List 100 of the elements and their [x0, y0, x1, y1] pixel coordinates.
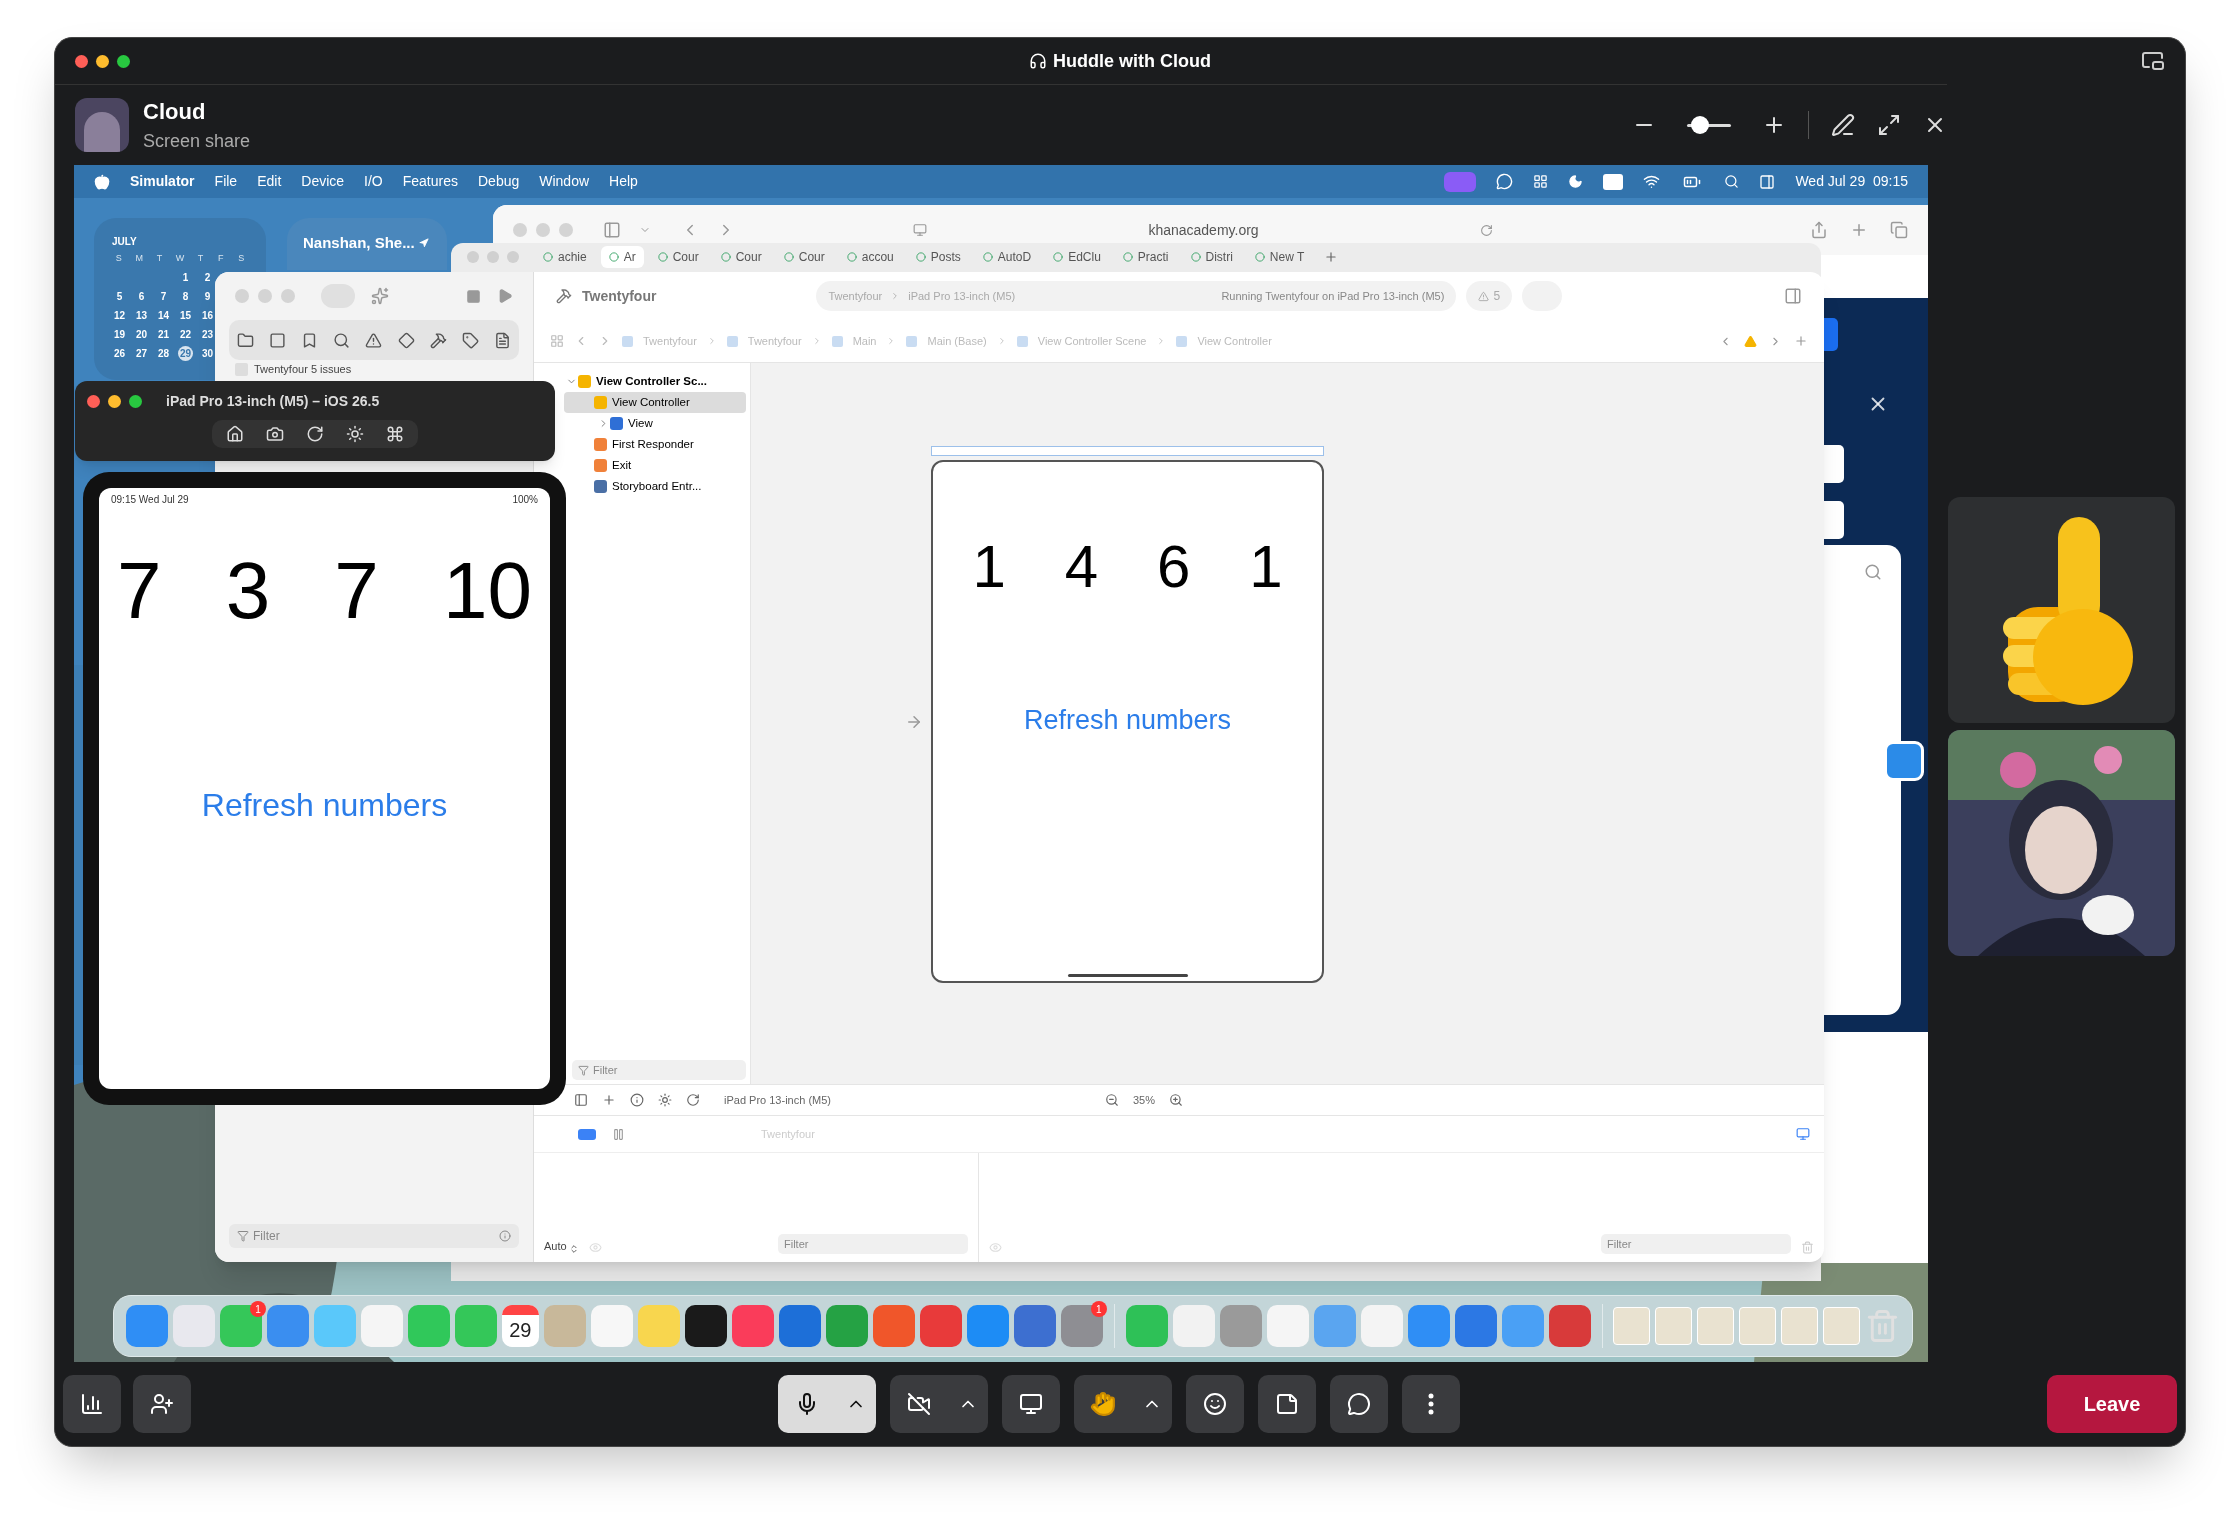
warning-icon[interactable] — [365, 331, 383, 349]
camera-icon[interactable] — [266, 425, 284, 443]
report-icon[interactable] — [494, 331, 512, 349]
window-control[interactable] — [129, 395, 142, 408]
calendar-day[interactable]: 14 — [156, 307, 171, 323]
calendar-day[interactable]: 22 — [178, 326, 193, 342]
calendar-day[interactable]: 27 — [134, 345, 149, 361]
calendar-day[interactable]: 15 — [178, 307, 193, 323]
menu-item[interactable]: File — [214, 171, 238, 192]
folder-stack-icon[interactable] — [1697, 1307, 1735, 1345]
browser-tab[interactable]: Practi — [1114, 246, 1177, 268]
sparkles-icon[interactable] — [371, 287, 389, 305]
calendar-day[interactable]: 29 — [178, 345, 193, 361]
eye-icon[interactable] — [989, 1241, 1002, 1254]
calendar-day[interactable]: 23 — [200, 326, 215, 342]
browser-tab[interactable]: New T — [1246, 246, 1313, 268]
more-button[interactable] — [1402, 1375, 1460, 1433]
menu-item[interactable]: Help — [609, 171, 638, 192]
menu-item[interactable]: Edit — [257, 171, 282, 192]
weather-widget[interactable]: Nanshan, She... — [287, 218, 447, 270]
grid-icon[interactable] — [1533, 174, 1549, 189]
calendar-day[interactable]: 5 — [112, 288, 127, 304]
outline-item[interactable]: Storyboard Entr... — [564, 476, 746, 497]
outline-item[interactable]: Exit — [564, 455, 746, 476]
input-field[interactable] — [1824, 445, 1844, 483]
calendar-day[interactable]: 8 — [178, 288, 193, 304]
folder-stack-icon[interactable] — [1781, 1307, 1819, 1345]
share-screen-button[interactable] — [1002, 1375, 1060, 1433]
search-icon[interactable] — [1724, 174, 1740, 189]
search-icon[interactable] — [333, 331, 351, 349]
reactions-button[interactable] — [1186, 1375, 1244, 1433]
folder-stack-icon[interactable] — [1823, 1307, 1861, 1345]
run-icon[interactable] — [497, 288, 513, 304]
outline-item[interactable]: View — [564, 413, 746, 434]
zoom-in-icon[interactable] — [1169, 1093, 1184, 1107]
slider-thumb[interactable] — [1691, 115, 1710, 134]
browser-tab[interactable]: EdClu — [1045, 246, 1109, 268]
menu-item[interactable]: I/O — [364, 171, 383, 192]
browser-tab[interactable]: Cour — [649, 246, 707, 268]
calendar-day[interactable]: 2 — [200, 269, 215, 285]
calendar-day[interactable]: 1 — [178, 269, 193, 285]
window-control[interactable] — [75, 54, 88, 68]
device-picker[interactable]: iPad Pro 13-inch (M5) — [724, 1091, 831, 1109]
browser-tab[interactable]: accou — [838, 246, 902, 268]
outline-item[interactable]: View Controller — [564, 392, 746, 413]
add-people-button[interactable] — [133, 1375, 191, 1433]
zoom-out-icon[interactable] — [1105, 1093, 1119, 1107]
filter-field[interactable]: Filter — [593, 1061, 618, 1079]
accessibility-icon[interactable] — [630, 1093, 644, 1107]
calendar-day[interactable]: 7 — [156, 288, 171, 304]
test-icon[interactable] — [397, 331, 415, 349]
folder-stack-icon[interactable] — [1739, 1307, 1777, 1345]
outline-item[interactable]: View Controller Sc... — [564, 371, 746, 392]
calendar-day[interactable]: 20 — [134, 326, 149, 342]
window-control[interactable] — [108, 395, 121, 408]
sticky-note-button[interactable] — [1258, 1375, 1316, 1433]
wifi-icon[interactable] — [1643, 173, 1661, 190]
reload-icon[interactable] — [1480, 223, 1493, 237]
draw-icon[interactable] — [1831, 113, 1855, 137]
calendar-app-icon[interactable]: 29 — [502, 1305, 539, 1347]
calendar-day[interactable]: 28 — [156, 345, 171, 361]
menu-item[interactable]: Device — [301, 171, 345, 192]
input-field[interactable] — [1824, 501, 1844, 539]
rotate-icon[interactable] — [306, 425, 324, 443]
picture-in-picture-icon[interactable] — [2141, 49, 2165, 73]
chat-button[interactable] — [1330, 1375, 1388, 1433]
browser-tab[interactable]: Distri — [1182, 246, 1241, 268]
window-control[interactable] — [117, 54, 130, 68]
orientation-icon[interactable] — [686, 1093, 700, 1107]
share-icon[interactable] — [1810, 221, 1828, 239]
microphone-button[interactable] — [778, 1375, 836, 1433]
home-icon[interactable] — [226, 425, 244, 443]
control-center-icon[interactable] — [1759, 173, 1776, 190]
calendar-day[interactable]: 21 — [156, 326, 171, 342]
folder-icon[interactable] — [236, 331, 254, 349]
outline-toggle-icon[interactable] — [574, 1093, 588, 1107]
tag-icon[interactable] — [462, 331, 480, 349]
tabs-overview-icon[interactable] — [1890, 221, 1908, 239]
moon-icon[interactable] — [1568, 174, 1584, 189]
filter-field[interactable]: Filter — [778, 1234, 968, 1254]
dock-app-icon[interactable] — [684, 1305, 727, 1347]
calendar-day[interactable]: 12 — [112, 307, 127, 323]
window-control[interactable] — [87, 395, 100, 408]
menu-clock[interactable]: Wed Jul 29 09:15 — [1795, 171, 1908, 192]
calendar-day[interactable]: 16 — [200, 307, 215, 323]
browser-tab[interactable]: AutoD — [974, 246, 1040, 268]
calendar-day[interactable]: 9 — [200, 288, 215, 304]
browser-tab[interactable]: Cour — [775, 246, 833, 268]
sidebar-icon[interactable] — [603, 221, 621, 239]
browser-tab[interactable]: Posts — [907, 246, 969, 268]
up-down-chevron-icon[interactable] — [568, 1244, 579, 1254]
connection-button[interactable] — [63, 1375, 121, 1433]
extension-icon[interactable] — [1884, 741, 1924, 781]
appearance-icon[interactable] — [658, 1093, 672, 1107]
window-control[interactable] — [96, 54, 109, 68]
command-icon[interactable] — [386, 425, 404, 443]
menu-item[interactable]: Debug — [478, 171, 520, 192]
filter-field[interactable]: Filter — [253, 1227, 280, 1245]
browser-tab[interactable]: achie — [535, 246, 595, 268]
refresh-button[interactable]: Refresh numbers — [1023, 700, 1232, 741]
